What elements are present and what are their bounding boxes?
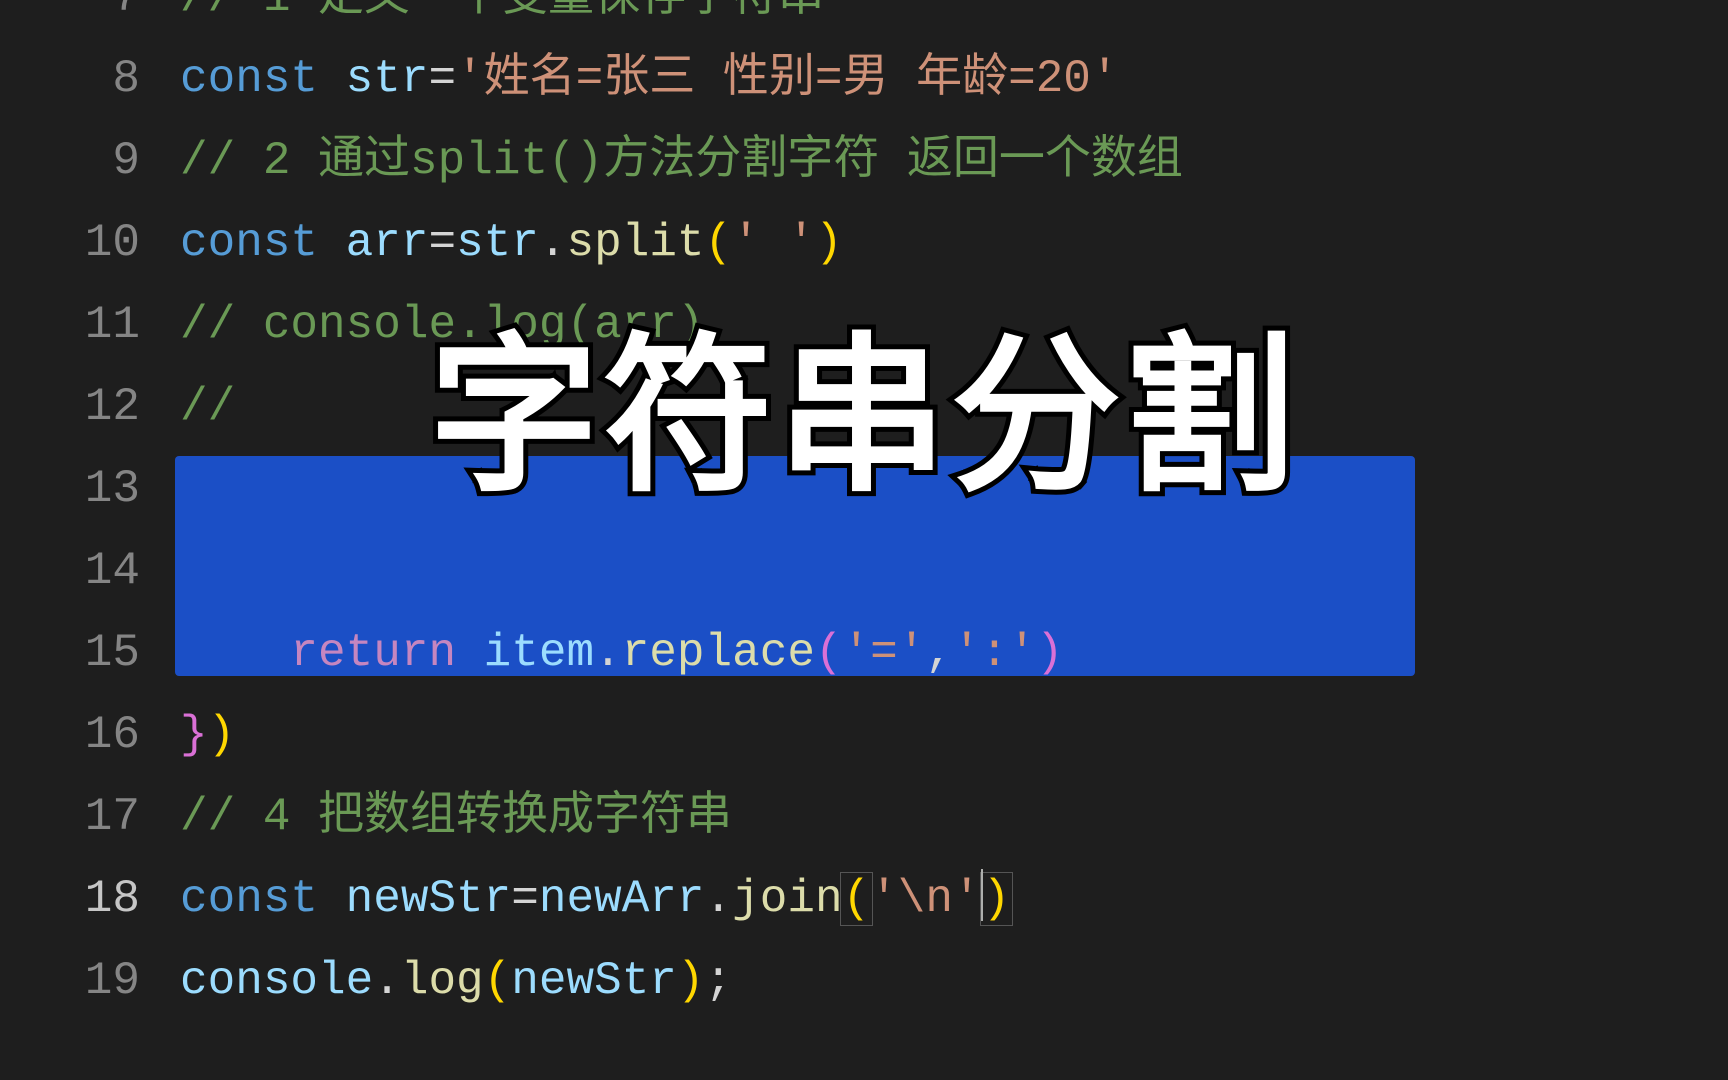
line-number: 11: [0, 284, 180, 366]
paren-close: ): [1036, 627, 1064, 679]
equals-operator: =: [511, 873, 539, 925]
paren-close: ): [208, 709, 236, 761]
line-number: 7: [0, 0, 180, 18]
paren-open: (: [705, 217, 733, 269]
string-literal: ' ': [732, 217, 815, 269]
dot-operator: .: [594, 627, 622, 679]
object-str: str: [456, 217, 539, 269]
code-line[interactable]: 19 console.log(newStr);: [0, 940, 1728, 1022]
line-number: 8: [0, 38, 180, 120]
code-line[interactable]: 11 // console.log(arr): [0, 284, 1728, 366]
keyword-const: const: [180, 873, 318, 925]
variable-str: str: [346, 53, 429, 105]
comma: ,: [925, 627, 953, 679]
string-literal: ':': [953, 627, 1036, 679]
equals-operator: =: [428, 217, 456, 269]
line-number: 18: [0, 858, 180, 940]
keyword-return: return: [290, 627, 456, 679]
paren-open: (: [484, 955, 512, 1007]
comment: // console.log(arr): [180, 299, 705, 351]
line-number: 9: [0, 120, 180, 202]
code-line[interactable]: 13: [0, 448, 1728, 530]
line-number: 17: [0, 776, 180, 858]
paren-open: (: [815, 627, 843, 679]
line-number: 14: [0, 530, 180, 612]
line-number: 12: [0, 366, 180, 448]
code-editor[interactable]: 7 // 1 定义一个变量保存字符串 8 const str='姓名=张三 性别…: [0, 0, 1728, 1058]
line-number: 13: [0, 448, 180, 530]
paren-close-matched: ): [980, 872, 1014, 926]
brace-close: }: [180, 709, 208, 761]
comment: // 2 通过split()方法分割字符 返回一个数组: [180, 135, 1183, 187]
string-literal: '=': [843, 627, 926, 679]
code-line[interactable]: 17 // 4 把数组转换成字符串: [0, 776, 1728, 858]
comment: //: [180, 381, 235, 433]
string-literal: '\n': [870, 873, 980, 925]
paren-open-matched: (: [840, 872, 874, 926]
dot-operator: .: [705, 873, 733, 925]
line-number: 15: [0, 612, 180, 694]
dot-operator: .: [373, 955, 401, 1007]
code-line[interactable]: 10 const arr=str.split(' '): [0, 202, 1728, 284]
variable-newstr: newStr: [346, 873, 512, 925]
code-line[interactable]: 7 // 1 定义一个变量保存字符串: [0, 0, 1728, 38]
keyword-const: const: [180, 217, 318, 269]
comment: // 4 把数组转换成字符串: [180, 791, 732, 843]
object-console: console: [180, 955, 373, 1007]
comment: // 1 定义一个变量保存字符串: [180, 0, 824, 24]
paren-close: ): [815, 217, 843, 269]
paren-close: ): [677, 955, 705, 1007]
variable-item: item: [484, 627, 594, 679]
line-number: 19: [0, 940, 180, 1022]
line-number: 16: [0, 694, 180, 776]
semicolon: ;: [705, 955, 733, 1007]
string-literal: '姓名=张三 性别=男 年龄=20': [456, 53, 1118, 105]
line-number: 10: [0, 202, 180, 284]
code-line[interactable]: 9 // 2 通过split()方法分割字符 返回一个数组: [0, 120, 1728, 202]
code-line[interactable]: 15 return item.replace('=',':'): [0, 612, 1728, 694]
method-split: split: [567, 217, 705, 269]
method-log: log: [401, 955, 484, 1007]
code-line[interactable]: 14: [0, 530, 1728, 612]
dot-operator: .: [539, 217, 567, 269]
text-cursor: [981, 869, 983, 921]
keyword-const: const: [180, 53, 318, 105]
method-join: join: [732, 873, 842, 925]
code-line[interactable]: 12 //: [0, 366, 1728, 448]
object-newarr: newArr: [539, 873, 705, 925]
code-line[interactable]: 8 const str='姓名=张三 性别=男 年龄=20': [0, 38, 1728, 120]
method-replace: replace: [622, 627, 815, 679]
code-line-active[interactable]: 18 const newStr=newArr.join('\n'): [0, 858, 1728, 940]
argument-newstr: newStr: [511, 955, 677, 1007]
code-line[interactable]: 16 }): [0, 694, 1728, 776]
equals-operator: =: [428, 53, 456, 105]
variable-arr: arr: [346, 217, 429, 269]
